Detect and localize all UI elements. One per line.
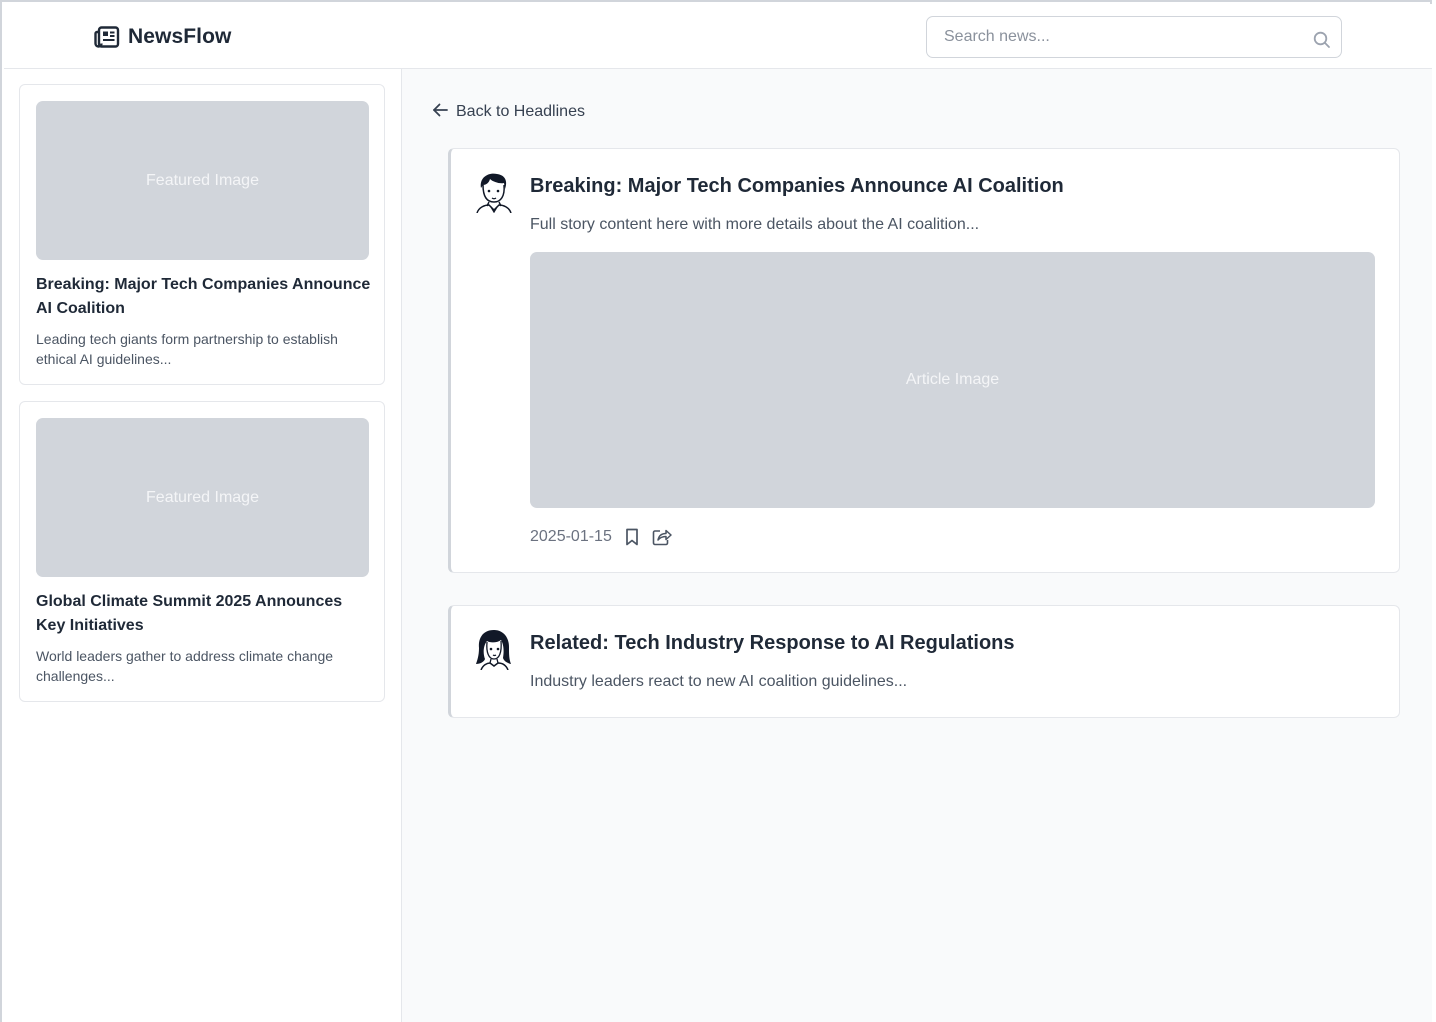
search-box <box>926 16 1342 58</box>
article-meta: 2025-01-15 <box>530 525 672 549</box>
article-body: Full story content here with more detail… <box>530 216 980 233</box>
back-to-headlines-link[interactable]: Back to Headlines <box>432 101 585 123</box>
featured-image-placeholder: Featured Image <box>36 101 369 260</box>
featured-image-placeholder: Featured Image <box>36 418 369 577</box>
author-avatar <box>475 628 513 671</box>
news-card[interactable]: Featured Image Global Climate Summit 202… <box>19 401 385 702</box>
brand[interactable]: NewsFlow <box>94 24 231 50</box>
back-link-label: Back to Headlines <box>456 103 585 120</box>
news-card-excerpt: World leaders gather to address climate … <box>36 648 334 684</box>
brand-name: NewsFlow <box>128 25 232 48</box>
app-window: NewsFlow Featured Image Breaking: Major … <box>0 0 1432 1022</box>
share-icon[interactable] <box>652 528 672 546</box>
newspaper-icon <box>94 26 120 48</box>
related-article-title: Related: Tech Industry Response to AI Re… <box>530 632 1015 654</box>
article-date: 2025-01-15 <box>530 528 612 545</box>
news-card[interactable]: Featured Image Breaking: Major Tech Comp… <box>19 84 385 385</box>
related-article-card[interactable]: Related: Tech Industry Response to AI Re… <box>448 605 1400 718</box>
author-avatar <box>475 171 513 214</box>
related-article-excerpt: Industry leaders react to new AI coaliti… <box>530 673 908 690</box>
search-input[interactable] <box>928 18 1298 56</box>
news-card-title: Breaking: Major Tech Companies Announce … <box>36 276 371 317</box>
article-card: Breaking: Major Tech Companies Announce … <box>448 148 1400 573</box>
search-icon[interactable] <box>1313 31 1331 54</box>
news-card-title: Global Climate Summit 2025 Announces Key… <box>36 593 343 634</box>
bookmark-icon[interactable] <box>624 528 640 546</box>
arrow-left-icon <box>432 103 448 122</box>
article-title: Breaking: Major Tech Companies Announce … <box>530 175 1064 197</box>
top-bar: NewsFlow <box>4 4 1432 69</box>
article-image-placeholder: Article Image <box>530 252 1375 508</box>
sidebar: Featured Image Breaking: Major Tech Comp… <box>4 69 402 1022</box>
article-view: Back to Headlines Breaking: Major Tech C… <box>402 69 1432 1022</box>
news-card-excerpt: Leading tech giants form partnership to … <box>36 331 338 367</box>
